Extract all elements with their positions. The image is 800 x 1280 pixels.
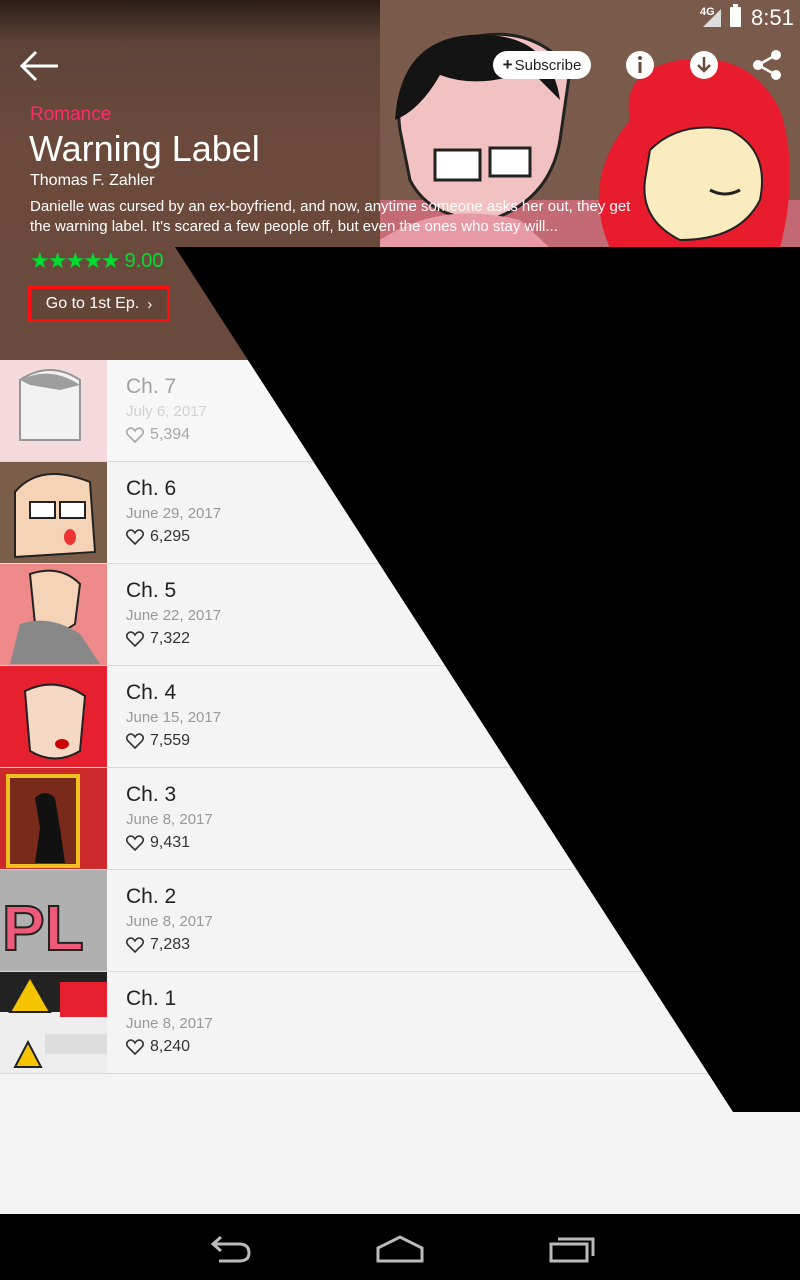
episode-likes: 6,295	[126, 528, 190, 546]
episode-likes: 9,431	[126, 834, 190, 852]
heart-icon	[126, 835, 144, 851]
likes-count: 7,322	[150, 630, 191, 647]
episode-date: June 15, 2017	[126, 709, 222, 726]
author-name: Thomas F. Zahler	[30, 172, 155, 189]
episode-row[interactable]: Ch. 4 June 15, 2017 7,559	[0, 666, 800, 768]
episode-likes: 7,283	[126, 936, 190, 954]
episode-row[interactable]: Ch. 3 June 8, 2017 9,431	[0, 768, 800, 870]
episode-title: Ch. 3	[126, 783, 177, 806]
likes-count: 8,240	[150, 1038, 191, 1055]
episode-thumbnail: PL	[0, 870, 107, 971]
likes-count: 7,559	[150, 732, 191, 749]
episode-thumbnail	[0, 768, 107, 869]
episode-date: July 6, 2017	[126, 403, 207, 420]
likes-count: 9,431	[150, 834, 191, 851]
episode-title: Ch. 6	[126, 477, 177, 500]
heart-icon	[126, 427, 144, 443]
episode-title: Ch. 7	[126, 375, 177, 398]
episode-likes: 7,322	[126, 630, 190, 648]
episode-title: Ch. 5	[126, 579, 177, 602]
heart-icon	[126, 1039, 144, 1055]
episode-date: June 8, 2017	[126, 1015, 213, 1032]
episode-likes: 7,559	[126, 732, 190, 750]
system-navigation-bar	[0, 1214, 800, 1280]
episode-thumbnail	[0, 462, 107, 563]
genre-label: Romance	[30, 104, 112, 125]
plus-icon: +	[502, 55, 513, 74]
episode-row[interactable]: Ch. 7 July 6, 2017 5,394	[0, 360, 800, 462]
home-nav-icon[interactable]	[375, 1234, 425, 1264]
go-to-first-episode-button[interactable]: Go to 1st Ep. ›	[28, 286, 170, 322]
episode-thumbnail	[0, 972, 107, 1073]
status-bar: 4G 8:51	[0, 0, 800, 34]
episode-title: Ch. 4	[126, 681, 177, 704]
signal-icon	[703, 9, 721, 27]
episode-list: Ch. 7 July 6, 2017 5,394 Ch. 6 June 29, …	[0, 360, 800, 1074]
heart-icon	[126, 937, 144, 953]
episode-thumbnail	[0, 564, 107, 665]
episode-row[interactable]: Ch. 1 June 8, 2017 8,240	[0, 972, 800, 1074]
episode-date: June 29, 2017	[126, 505, 222, 522]
episode-likes: 5,394	[126, 426, 190, 444]
episode-likes: 8,240	[126, 1038, 190, 1056]
battery-icon	[730, 4, 741, 27]
series-title: Warning Label	[29, 128, 260, 169]
info-icon[interactable]	[625, 50, 655, 80]
subscribe-button[interactable]: + Subscribe	[493, 51, 591, 79]
share-icon[interactable]	[752, 50, 782, 80]
likes-count: 7,283	[150, 936, 191, 953]
episode-row[interactable]: Ch. 5 June 22, 2017 7,322	[0, 564, 800, 666]
episode-date: June 8, 2017	[126, 913, 213, 930]
episode-thumbnail	[0, 666, 107, 767]
episode-title: Ch. 1	[126, 987, 177, 1010]
heart-icon	[126, 529, 144, 545]
episode-row[interactable]: Ch. 6 June 29, 2017 6,295	[0, 462, 800, 564]
episode-date: June 22, 2017	[126, 607, 222, 624]
star-rating-icon: ★★★★★	[30, 248, 121, 273]
likes-count: 6,295	[150, 528, 191, 545]
series-header: + Subscribe Romance Warning Label Thomas…	[0, 0, 800, 360]
back-nav-icon[interactable]	[205, 1234, 253, 1264]
heart-icon	[126, 733, 144, 749]
clock: 8:51	[751, 5, 794, 30]
episode-title: Ch. 2	[126, 885, 177, 908]
series-description: Danielle was cursed by an ex-boyfriend, …	[30, 198, 631, 235]
rating-value: 9.00	[124, 249, 164, 272]
chevron-right-icon: ›	[147, 295, 153, 313]
svg-text:PL: PL	[2, 892, 84, 964]
rating: ★★★★★ 9.00	[30, 248, 164, 274]
episode-thumbnail	[0, 360, 107, 461]
first-episode-label: Go to 1st Ep.	[45, 295, 140, 312]
download-icon[interactable]	[689, 50, 719, 80]
back-arrow-icon[interactable]	[18, 48, 60, 84]
likes-count: 5,394	[150, 426, 191, 443]
episode-row[interactable]: PL Ch. 2 June 8, 2017 7,283	[0, 870, 800, 972]
subscribe-label: Subscribe	[514, 56, 582, 74]
heart-icon	[126, 631, 144, 647]
episode-date: June 8, 2017	[126, 811, 213, 828]
recents-nav-icon[interactable]	[548, 1234, 596, 1264]
